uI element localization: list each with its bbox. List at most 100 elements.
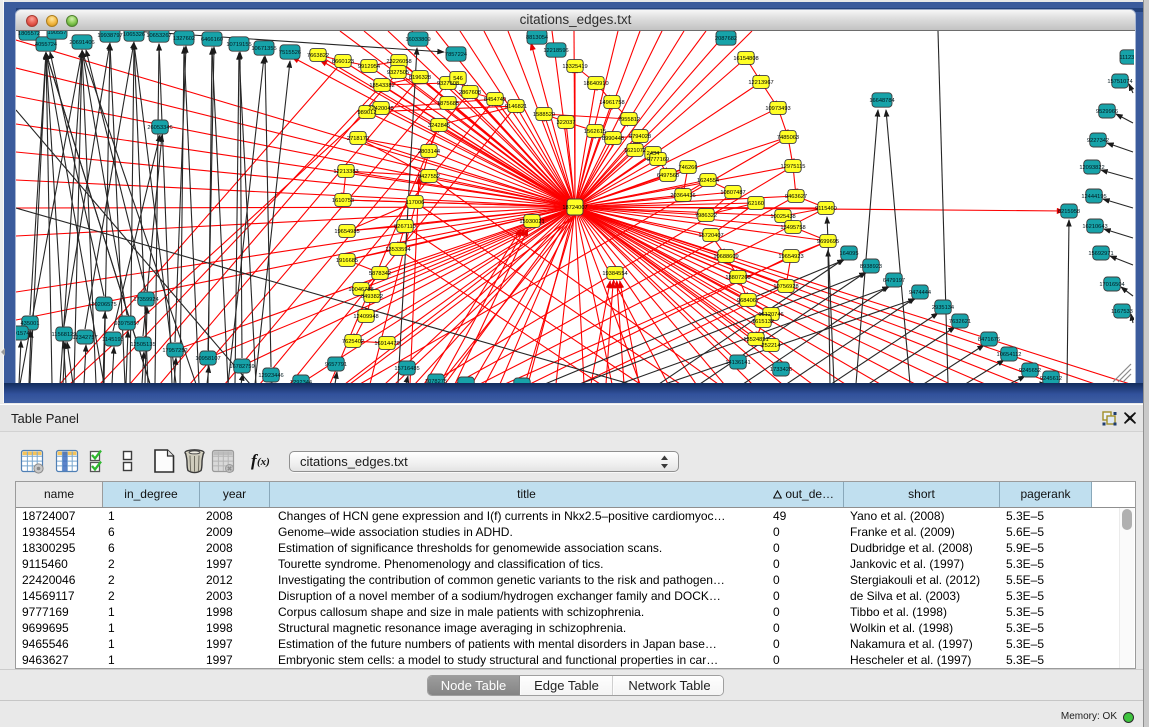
svg-text:7857224: 7857224 xyxy=(445,52,467,58)
svg-text:2867608: 2867608 xyxy=(459,90,481,96)
svg-text:9657791: 9657791 xyxy=(325,362,347,368)
svg-text:1621072: 1621072 xyxy=(624,148,646,154)
svg-text:17957252: 17957252 xyxy=(162,348,187,354)
svg-text:18640910: 18640910 xyxy=(583,81,608,87)
svg-text:13495758: 13495758 xyxy=(780,225,805,231)
svg-text:18807269: 18807269 xyxy=(725,275,750,281)
svg-text:10756928: 10756928 xyxy=(773,284,798,290)
svg-text:2718170: 2718170 xyxy=(347,136,369,142)
svg-text:9227342: 9227342 xyxy=(1087,138,1109,144)
svg-text:12975115: 12975115 xyxy=(781,164,806,170)
svg-text:26053346: 26053346 xyxy=(147,125,172,131)
svg-text:10653267: 10653267 xyxy=(146,33,171,39)
svg-text:10025438: 10025438 xyxy=(770,214,795,220)
svg-text:12923446: 12923446 xyxy=(258,373,283,379)
svg-text:12213383: 12213383 xyxy=(333,169,358,175)
svg-text:3493822: 3493822 xyxy=(361,294,383,300)
svg-text:1733426: 1733426 xyxy=(770,367,792,373)
svg-text:435001: 435001 xyxy=(21,321,40,327)
svg-text:9463627: 9463627 xyxy=(785,194,807,200)
svg-text:6794028: 6794028 xyxy=(629,134,651,140)
svg-text:989012: 989012 xyxy=(358,110,377,116)
svg-text:9777169: 9777169 xyxy=(647,157,669,163)
svg-text:18724007: 18724007 xyxy=(562,205,587,211)
svg-text:19384554: 19384554 xyxy=(602,271,627,277)
svg-text:8267110: 8267110 xyxy=(394,224,416,230)
svg-text:19654923: 19654923 xyxy=(778,254,803,260)
svg-text:15930021: 15930021 xyxy=(519,219,544,225)
svg-text:16782759: 16782759 xyxy=(229,364,254,370)
svg-text:1562615: 1562615 xyxy=(584,129,606,135)
svg-text:8471676: 8471676 xyxy=(978,337,1000,343)
svg-text:23226058: 23226058 xyxy=(386,59,411,65)
svg-text:12342757: 12342757 xyxy=(72,335,97,341)
svg-text:9146821: 9146821 xyxy=(505,104,527,110)
svg-text:9245612: 9245612 xyxy=(1040,376,1062,382)
svg-text:9912954: 9912954 xyxy=(358,64,380,70)
svg-text:9684067: 9684067 xyxy=(737,298,759,304)
svg-text:10671355: 10671355 xyxy=(251,46,276,52)
svg-text:6479197: 6479197 xyxy=(883,278,905,284)
svg-text:8660123: 8660123 xyxy=(332,59,354,65)
svg-text:13533594: 13533594 xyxy=(385,247,410,253)
svg-text:10807487: 10807487 xyxy=(720,190,745,196)
svg-text:252214: 252214 xyxy=(762,343,781,349)
svg-text:20206575: 20206575 xyxy=(91,302,116,308)
svg-text:546: 546 xyxy=(453,76,463,82)
svg-text:6466160: 6466160 xyxy=(201,37,223,43)
svg-text:7632621: 7632621 xyxy=(949,319,971,325)
svg-text:12218596: 12218596 xyxy=(543,48,568,54)
svg-text:9245652: 9245652 xyxy=(1019,368,1041,374)
svg-text:1327602: 1327602 xyxy=(173,36,195,42)
svg-text:2087682: 2087682 xyxy=(715,36,737,42)
svg-text:16648784: 16648784 xyxy=(869,98,894,104)
svg-text:19938797: 19938797 xyxy=(97,33,122,39)
svg-text:7485063: 7485063 xyxy=(777,135,799,141)
svg-text:391574: 391574 xyxy=(16,331,29,337)
svg-text:8938923: 8938923 xyxy=(860,264,882,270)
svg-text:9699695: 9699695 xyxy=(817,239,839,245)
svg-text:6497568: 6497568 xyxy=(657,173,679,179)
svg-text:4055724: 4055724 xyxy=(35,42,57,48)
svg-text:1610753: 1610753 xyxy=(332,198,354,204)
svg-text:7663822: 7663822 xyxy=(307,53,329,59)
svg-text:190557: 190557 xyxy=(48,31,67,36)
svg-text:16914479: 16914479 xyxy=(374,341,399,347)
svg-text:19654985: 19654985 xyxy=(334,229,359,235)
svg-text:1112345: 1112345 xyxy=(1119,55,1134,61)
svg-text:62160: 62160 xyxy=(748,201,764,207)
svg-text:14136141: 14136141 xyxy=(725,360,750,366)
svg-text:15751074: 15751074 xyxy=(1107,79,1132,85)
svg-text:12444195: 12444195 xyxy=(1081,194,1106,200)
svg-text:18543382: 18543382 xyxy=(369,83,394,89)
svg-text:8454749: 8454749 xyxy=(484,97,506,103)
svg-text:1805572: 1805572 xyxy=(18,31,40,37)
svg-text:20691406: 20691406 xyxy=(69,40,94,46)
svg-text:3242845: 3242845 xyxy=(428,123,450,129)
svg-text:8196328: 8196328 xyxy=(409,75,431,81)
svg-text:8215958: 8215958 xyxy=(1058,209,1080,215)
svg-text:12093822: 12093822 xyxy=(1079,165,1104,171)
svg-text:1615132: 1615132 xyxy=(752,319,774,325)
svg-text:12409948: 12409948 xyxy=(353,314,378,320)
svg-text:12213967: 12213967 xyxy=(748,80,773,86)
svg-text:9427552: 9427552 xyxy=(418,174,440,180)
svg-text:1624554: 1624554 xyxy=(697,178,719,184)
svg-text:1065326: 1065326 xyxy=(123,32,145,38)
svg-text:(x): (x) xyxy=(257,456,270,468)
svg-text:17359924: 17359924 xyxy=(133,297,158,303)
svg-text:93975857: 93975857 xyxy=(114,321,139,327)
svg-text:8990448: 8990448 xyxy=(602,136,624,142)
svg-text:12505135: 12505135 xyxy=(130,342,155,348)
svg-text:7625402: 7625402 xyxy=(342,339,364,345)
svg-text:1167533: 1167533 xyxy=(1111,309,1133,315)
svg-text:7955812: 7955812 xyxy=(618,117,640,123)
svg-text:2803144: 2803144 xyxy=(418,149,440,155)
svg-text:10688609: 10688609 xyxy=(713,254,738,260)
svg-text:20364436: 20364436 xyxy=(670,193,695,199)
svg-text:17016504: 17016504 xyxy=(1099,282,1124,288)
svg-text:15692971: 15692971 xyxy=(1088,251,1113,257)
svg-text:1875685: 1875685 xyxy=(437,101,459,107)
svg-text:9327505: 9327505 xyxy=(387,70,409,76)
svg-text:9529966: 9529966 xyxy=(1096,109,1118,115)
